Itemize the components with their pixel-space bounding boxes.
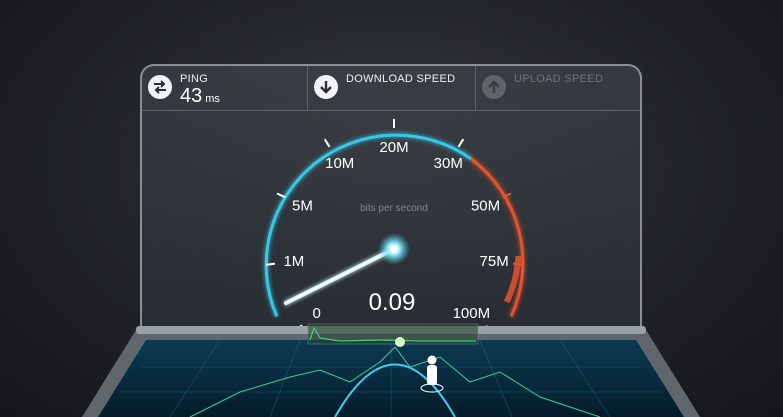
gauge-tick-mark	[512, 262, 523, 266]
gauge-tick-label: 30M	[434, 155, 463, 172]
gauge-arc-red	[470, 157, 525, 318]
gauge-tick-label: 20M	[379, 139, 408, 156]
gauge-tick-label: 0	[312, 305, 320, 322]
gauge-hub-core	[390, 245, 398, 253]
gauge-subtitle: bits per second	[360, 203, 428, 214]
signal-dot	[395, 337, 405, 347]
gauge-tick-label: 1M	[283, 253, 304, 270]
gauge-tick-label: 10M	[325, 155, 354, 172]
gauge-tick-label: 50M	[471, 197, 500, 214]
gauge-tick-label: 75M	[480, 253, 509, 270]
gauge-reading: 0.09	[369, 289, 416, 316]
gauge-tick-mark	[323, 138, 331, 148]
gauge-tick-mark	[265, 262, 276, 266]
platform-base	[82, 323, 700, 417]
gauge-tick-label: 100M	[453, 305, 491, 322]
gauge-tick-mark	[276, 192, 286, 199]
gauge-tick-mark	[457, 138, 465, 148]
gauge-tick-label: 5M	[292, 197, 313, 214]
